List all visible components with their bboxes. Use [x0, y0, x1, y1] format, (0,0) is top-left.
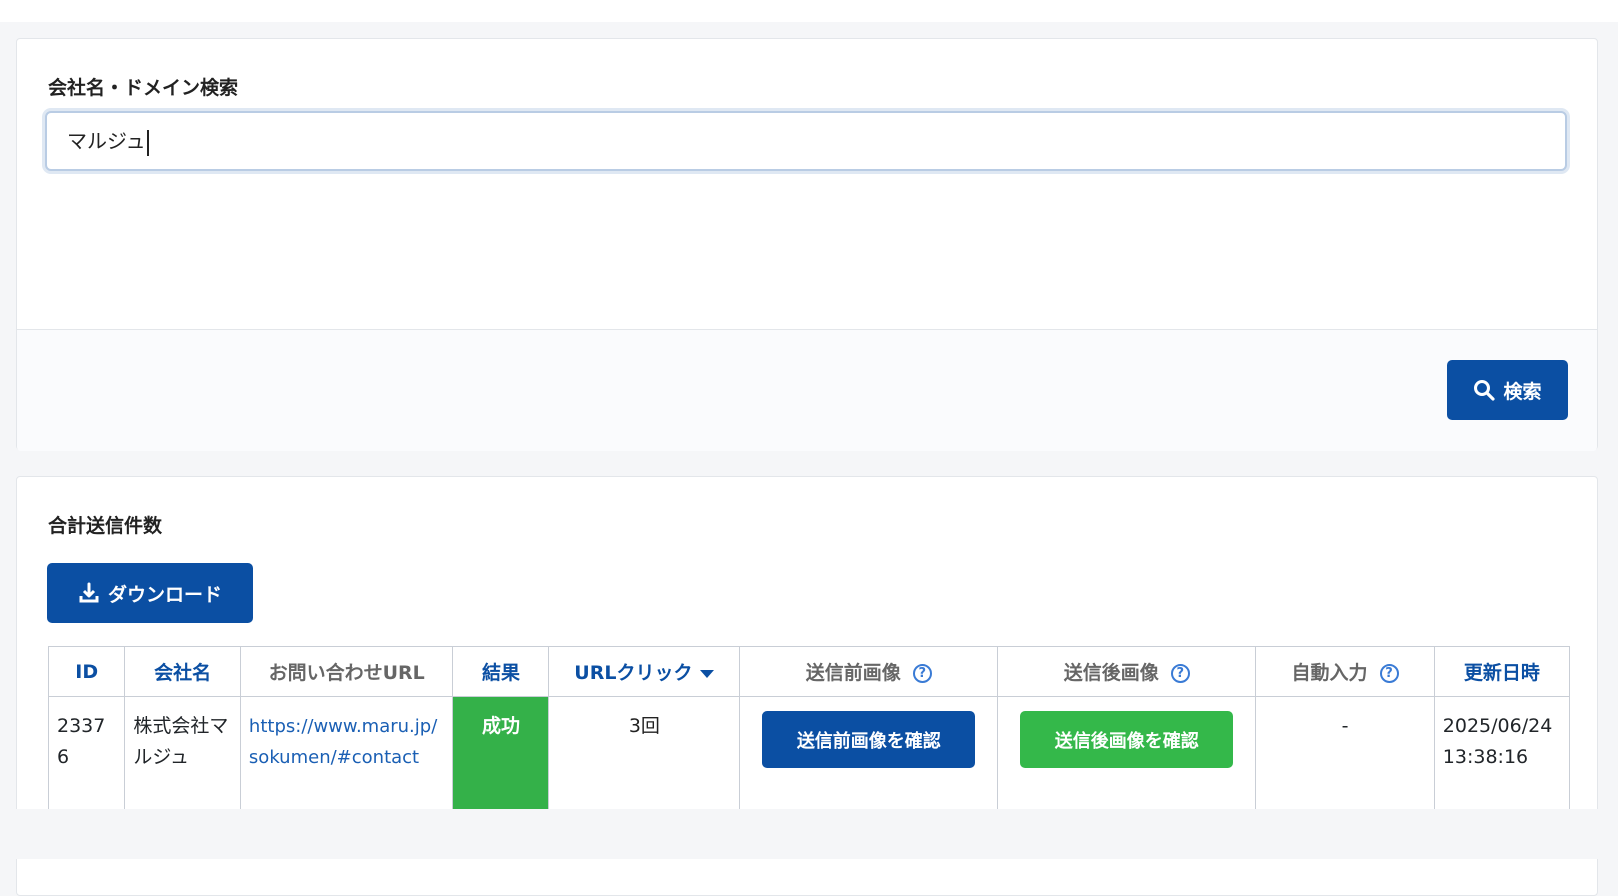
- view-before-image-button[interactable]: 送信前画像を確認: [762, 711, 976, 768]
- column-header-id[interactable]: ID: [47, 646, 126, 697]
- cell-before-image: 送信前画像を確認: [739, 696, 999, 821]
- column-header-result-label: 結果: [481, 662, 520, 684]
- column-header-before-image: 送信前画像?: [739, 646, 999, 697]
- download-button-label: ダウンロード: [107, 583, 222, 606]
- search-input[interactable]: マルジュ: [45, 111, 1567, 171]
- search-button-label: 検索: [1503, 380, 1542, 403]
- column-header-result[interactable]: 結果: [452, 646, 550, 697]
- search-button[interactable]: 検索: [1447, 360, 1568, 420]
- search-label: 会社名・ドメイン検索: [48, 77, 239, 99]
- help-icon[interactable]: ?: [912, 664, 932, 683]
- help-icon[interactable]: ?: [1170, 664, 1190, 683]
- cell-after-image: 送信後画像を確認: [997, 696, 1257, 821]
- column-header-url-click[interactable]: URLクリック: [548, 646, 741, 697]
- column-header-auto-input: 自動入力?: [1255, 646, 1435, 697]
- cell-url-click: 3回: [548, 696, 741, 821]
- column-header-before-image-label: 送信前画像: [805, 662, 901, 684]
- column-header-company[interactable]: 会社名: [124, 646, 241, 697]
- search-footer: 検索: [17, 329, 1597, 451]
- text-caret: [146, 129, 149, 156]
- download-icon: [79, 582, 99, 603]
- cell-updated: 2025/06/24 13:38:16: [1433, 696, 1571, 821]
- top-strip: [0, 0, 1618, 22]
- viewport-bottom: [0, 809, 1618, 859]
- results-table: ID 会社名 お問い合わせURL 結果 URLクリック 送信前画像? 送信後画像…: [47, 646, 1571, 835]
- download-button[interactable]: ダウンロード: [47, 563, 253, 623]
- view-after-image-button[interactable]: 送信後画像を確認: [1020, 711, 1234, 768]
- cell-company: 株式会社マルジュ: [124, 696, 241, 821]
- contact-url-link[interactable]: https://www.maru.jp/sokumen/#contact: [249, 716, 437, 768]
- column-header-auto-input-label: 自動入力: [1291, 662, 1368, 684]
- column-header-updated-label: 更新日時: [1463, 662, 1540, 684]
- column-header-id-label: ID: [75, 660, 99, 683]
- search-input-value: マルジュ: [67, 129, 146, 153]
- column-header-company-label: 会社名: [154, 662, 212, 684]
- column-header-updated[interactable]: 更新日時: [1433, 646, 1571, 697]
- cell-auto-input: -: [1255, 696, 1435, 821]
- column-header-url: お問い合わせURL: [239, 646, 454, 697]
- column-header-after-image: 送信後画像?: [997, 646, 1257, 697]
- cell-id: 23376: [47, 696, 126, 821]
- results-title: 合計送信件数: [48, 515, 163, 537]
- table-row: 23376 株式会社マルジュ https://www.maru.jp/sokum…: [47, 696, 1571, 821]
- search-icon: [1474, 380, 1496, 401]
- column-header-url-label: お問い合わせURL: [268, 662, 425, 684]
- column-header-url-click-label: URLクリック: [574, 662, 693, 684]
- help-icon[interactable]: ?: [1379, 664, 1399, 683]
- column-header-after-image-label: 送信後画像: [1063, 662, 1159, 684]
- table-header-row: ID 会社名 お問い合わせURL 結果 URLクリック 送信前画像? 送信後画像…: [47, 646, 1571, 697]
- cell-url: https://www.maru.jp/sokumen/#contact: [239, 696, 454, 821]
- cell-result: 成功: [452, 696, 550, 821]
- search-card: 会社名・ドメイン検索 マルジュ 検索: [16, 38, 1598, 451]
- sort-desc-icon: [700, 669, 715, 678]
